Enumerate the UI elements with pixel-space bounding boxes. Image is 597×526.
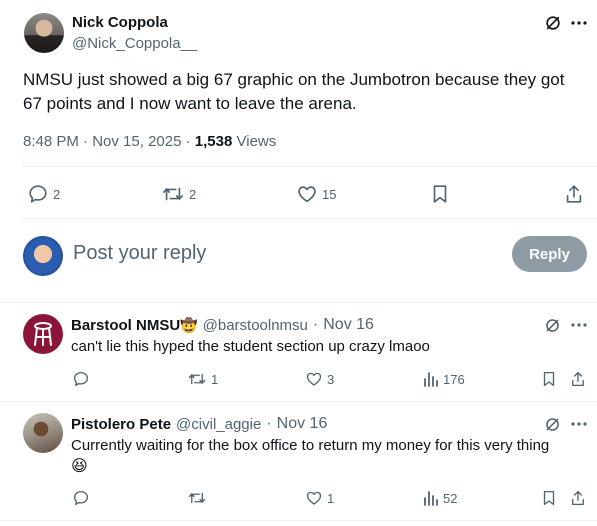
reply-author-handle[interactable]: @barstoolnmsu <box>203 317 308 334</box>
reply-text: can't lie this hyped the student section… <box>71 338 430 355</box>
reply-author-name[interactable]: Barstool NMSU <box>71 317 180 334</box>
reply-author-handle[interactable]: @civil_aggie <box>176 416 261 433</box>
more-icon[interactable] <box>571 421 587 427</box>
reply-count: 2 <box>53 186 61 202</box>
views-label: Views <box>236 133 277 150</box>
views-action[interactable]: 52 <box>423 489 457 507</box>
reply-action[interactable] <box>72 370 94 388</box>
reply-date[interactable]: Nov 16 <box>323 316 374 334</box>
repost-icon <box>188 492 206 504</box>
grok-icon[interactable] <box>544 317 561 334</box>
reply-header: Barstool NMSU 🤠 @barstoolnmsu · Nov 16 <box>71 316 374 334</box>
bookmark-action[interactable] <box>541 489 557 507</box>
reply-icon <box>73 490 89 506</box>
tweet-meta: 8:48 PM · Nov 15, 2025 · 1,538 Views <box>23 133 276 150</box>
views-icon <box>424 491 438 506</box>
reply-header: Pistolero Pete @civil_aggie · Nov 16 <box>71 415 327 433</box>
grok-icon[interactable] <box>544 14 562 32</box>
reply-avatar[interactable] <box>23 314 63 354</box>
reply-date[interactable]: Nov 16 <box>277 415 328 433</box>
share-action[interactable] <box>570 489 586 507</box>
heart-icon <box>298 186 316 203</box>
share-icon <box>572 490 584 506</box>
share-action[interactable] <box>570 370 586 388</box>
divider <box>0 302 597 303</box>
views-icon <box>424 372 438 387</box>
bookmark-action[interactable] <box>430 183 450 205</box>
bookmark-action[interactable] <box>541 370 557 388</box>
author-handle[interactable]: @Nick_Coppola__ <box>72 35 197 52</box>
more-icon[interactable] <box>571 20 587 26</box>
author-avatar[interactable] <box>24 13 64 53</box>
views-count: 52 <box>443 490 458 506</box>
repost-action[interactable] <box>187 489 211 507</box>
meta-separator: · <box>185 133 191 150</box>
like-count: 3 <box>327 371 335 387</box>
divider <box>22 218 597 219</box>
repost-action[interactable]: 2 <box>161 183 196 205</box>
views-count: 176 <box>443 371 465 387</box>
like-action[interactable]: 1 <box>305 489 334 507</box>
share-icon <box>572 371 584 387</box>
heart-icon <box>306 372 322 386</box>
like-count: 1 <box>327 490 335 506</box>
reply-action[interactable] <box>72 489 94 507</box>
divider <box>0 401 597 402</box>
heart-icon <box>306 491 322 505</box>
repost-icon <box>188 373 206 385</box>
repost-count: 2 <box>189 186 197 202</box>
views-count: 1,538 <box>194 133 233 150</box>
meta-separator: · <box>266 415 272 432</box>
grok-icon[interactable] <box>544 416 561 433</box>
tweet-text: NMSU just showed a big 67 graphic on the… <box>23 70 565 113</box>
user-avatar[interactable] <box>23 236 63 276</box>
cowboy-emoji: 🤠 <box>180 316 198 333</box>
reply-button[interactable]: Reply <box>512 236 587 272</box>
divider <box>22 166 597 167</box>
bookmark-icon <box>433 185 447 203</box>
more-icon[interactable] <box>571 322 587 328</box>
repost-icon <box>163 187 183 201</box>
meta-separator: · <box>312 316 319 333</box>
reply-input[interactable]: Post your reply <box>73 242 206 265</box>
like-count: 15 <box>322 186 337 202</box>
author-name[interactable]: Nick Coppola <box>72 14 168 31</box>
reply-icon <box>29 185 47 203</box>
bookmark-icon <box>543 371 555 387</box>
meta-separator: · <box>83 133 89 150</box>
like-action[interactable]: 3 <box>305 370 334 388</box>
bookmark-icon <box>543 490 555 506</box>
repost-count: 1 <box>211 371 219 387</box>
tweet-date[interactable]: Nov 15, 2025 <box>92 133 181 150</box>
reply-avatar[interactable] <box>23 413 63 453</box>
barstool-logo-icon <box>34 322 52 346</box>
laughing-emoji: 😆 <box>71 458 88 475</box>
reply-action[interactable]: 2 <box>27 183 60 205</box>
repost-action[interactable]: 1 <box>187 370 218 388</box>
share-action[interactable] <box>564 183 584 205</box>
reply-author-name[interactable]: Pistolero Pete <box>71 416 171 433</box>
views-action[interactable]: 176 <box>423 370 465 388</box>
reply-icon <box>73 371 89 387</box>
tweet-time[interactable]: 8:48 PM <box>23 133 79 150</box>
divider <box>0 520 597 521</box>
like-action[interactable]: 15 <box>296 183 336 205</box>
reply-text: Currently waiting for the box office to … <box>71 437 550 454</box>
share-icon <box>566 185 582 203</box>
